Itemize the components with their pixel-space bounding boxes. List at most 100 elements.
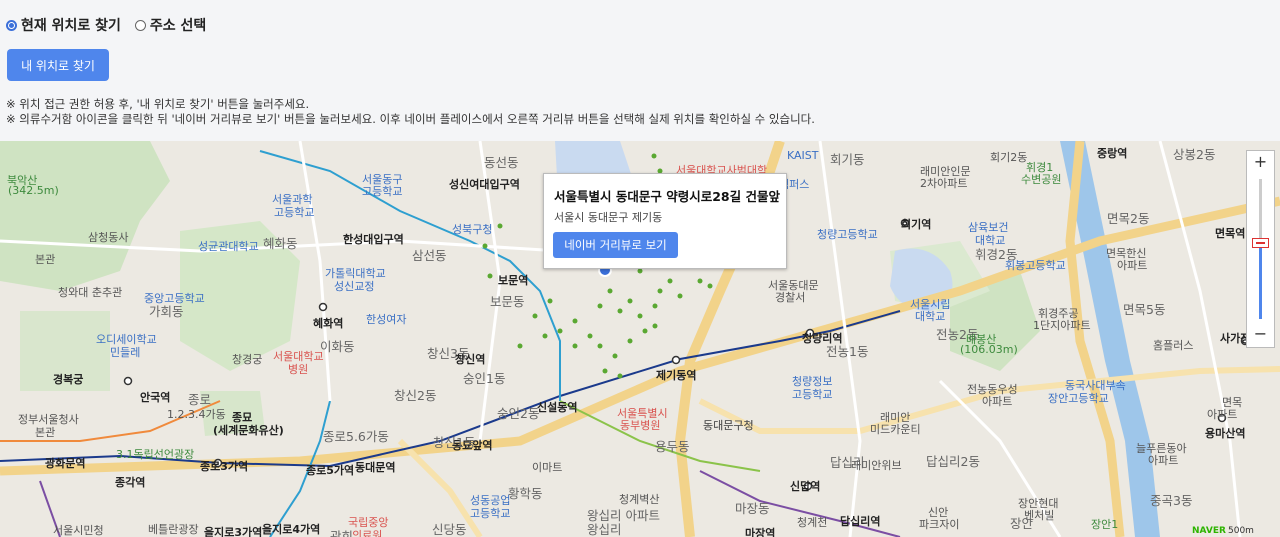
map-label: 을지로3가역 bbox=[204, 526, 263, 537]
map-label: 아파트 bbox=[982, 395, 1013, 408]
map-label: 아파트 bbox=[1148, 454, 1179, 467]
map-label: 성균관대학교 bbox=[198, 240, 259, 253]
naver-logo: NAVER bbox=[1192, 526, 1226, 536]
map-label: 혜화동 bbox=[263, 236, 298, 251]
map-label: 청계천 bbox=[797, 516, 828, 529]
map-label: 면목2동 bbox=[1107, 211, 1150, 226]
map-label: 신당동 bbox=[432, 522, 467, 537]
zoom-slider-handle[interactable] bbox=[1252, 238, 1269, 248]
map-label: 성신여대입구역 bbox=[449, 178, 520, 191]
map-label: 종로5가역 bbox=[306, 464, 355, 477]
map-label: 마장역 bbox=[745, 527, 776, 537]
map-label: 중랑역 bbox=[1097, 147, 1128, 160]
map-label: 제기동역 bbox=[656, 369, 697, 382]
map-label: 경복궁 bbox=[53, 373, 84, 386]
map-label: 삼선동 bbox=[412, 248, 447, 263]
map-label: 회기역 bbox=[901, 218, 932, 231]
map-label: 장안 bbox=[1010, 516, 1034, 531]
map-label: 수변공원 bbox=[1021, 173, 1062, 186]
map-label: 답십리역 bbox=[840, 515, 881, 528]
map-label: 서울시민청 bbox=[53, 524, 104, 537]
map-label: 장안고등학교 bbox=[1048, 392, 1109, 405]
map-label: 병원 bbox=[288, 363, 309, 376]
map-label: 보문동 bbox=[490, 294, 525, 309]
map-label: 창신1동 bbox=[433, 435, 476, 450]
popup-subtitle: 서울시 동대문구 제기동 bbox=[554, 211, 663, 224]
map-label: 광희 bbox=[330, 529, 354, 537]
map-label: 성북구청 bbox=[452, 223, 493, 236]
map-label: 경찰서 bbox=[775, 291, 806, 304]
map-label: 신설동역 bbox=[537, 401, 578, 414]
map-label: 용두동 bbox=[655, 439, 690, 454]
map-label: 신답역 bbox=[790, 480, 821, 493]
map-label: 황학동 bbox=[508, 486, 543, 501]
map-label: 1단지아파트 bbox=[1033, 319, 1091, 332]
map-label: 아파트 bbox=[1207, 408, 1238, 421]
map-label: 미드카운티 bbox=[870, 423, 921, 436]
map-label: 대학교 bbox=[915, 310, 946, 323]
map-label: 용마산역 bbox=[1205, 427, 1246, 440]
map-label: 본관 bbox=[35, 253, 56, 266]
map-label: 동대문구청 bbox=[703, 419, 754, 432]
map-label: 을지로4가역 bbox=[262, 523, 321, 536]
note-permission: ※ 위치 접근 권한 허용 후, '내 위치로 찾기' 버튼을 눌러주세요. bbox=[6, 97, 310, 111]
radio-label-current-location: 현재 위치로 찾기 bbox=[21, 18, 121, 34]
note-streetview: ※ 의류수거함 아이콘을 클릭한 뒤 '네이버 거리뷰로 보기' 버튼을 눌러보… bbox=[6, 112, 815, 126]
bukaksan-park bbox=[0, 141, 170, 291]
map-label: 광화문역 bbox=[45, 457, 86, 470]
map-label: 창신역 bbox=[455, 353, 486, 366]
map-label: 회기2동 bbox=[990, 151, 1028, 164]
search-mode-group: 현재 위치로 찾기 주소 선택 bbox=[6, 15, 220, 35]
map-view[interactable]: 북악산 (342.5m) 삼청동사 본관 청와대 춘추관 중앙고등학교 가회동 … bbox=[0, 141, 1280, 537]
map-label: 보문역 bbox=[498, 274, 529, 287]
map-label: 청와대 춘추관 bbox=[58, 286, 123, 299]
map-label: 3.1독립선언광장 bbox=[116, 448, 195, 461]
map-label: 민들레 bbox=[110, 346, 141, 359]
zoom-level-fill bbox=[1259, 245, 1262, 319]
map-label: 창신2동 bbox=[394, 388, 437, 403]
map-label: 한성대입구역 bbox=[343, 233, 404, 246]
map-label: 종로3가역 bbox=[200, 460, 249, 473]
radio-current-location[interactable]: 현재 위치로 찾기 bbox=[6, 15, 121, 35]
map-label: 상봉2동 bbox=[1173, 147, 1216, 162]
bin-info-popup: 서울특별시 동대문구 약령시로28길 건물앞 서울시 동대문구 제기동 네이버 … bbox=[543, 173, 787, 269]
map-scale: 500m bbox=[1228, 526, 1254, 536]
map-label: 안국역 bbox=[140, 391, 171, 404]
map-label: 회기동 bbox=[830, 152, 865, 167]
map-label: 동선동 bbox=[484, 155, 519, 170]
map-label: 혜화역 bbox=[313, 317, 344, 330]
map-label: 왕십리 bbox=[587, 522, 622, 537]
radio-dot-unchecked bbox=[134, 19, 146, 31]
map-label: KAIST bbox=[787, 149, 819, 162]
map-label: 신안 bbox=[928, 506, 949, 519]
zoom-control: + − bbox=[1246, 150, 1275, 348]
radio-address-select[interactable]: 주소 선택 bbox=[134, 15, 206, 35]
map-label: 의료원 bbox=[352, 529, 383, 537]
map-label: 가회동 bbox=[149, 304, 184, 319]
map-label: 본관 bbox=[35, 426, 56, 439]
map-label: 한성여자 bbox=[366, 313, 407, 326]
map-label: 고등학교 bbox=[792, 388, 833, 401]
map-label: 면목5동 bbox=[1123, 302, 1166, 317]
locate-me-button[interactable]: 내 위치로 찾기 bbox=[7, 49, 109, 81]
map-label: 면목역 bbox=[1215, 227, 1246, 240]
map-label: 답십리2동 bbox=[926, 454, 980, 469]
zoom-out-button[interactable]: − bbox=[1247, 323, 1274, 345]
map-label: 고등학교 bbox=[362, 185, 403, 198]
map-label: 창경궁 bbox=[232, 353, 263, 366]
streetview-button[interactable]: 네이버 거리뷰로 보기 bbox=[553, 232, 678, 258]
zoom-in-button[interactable]: + bbox=[1247, 151, 1274, 173]
map-label: 동부병원 bbox=[620, 419, 661, 432]
map-label: 이마트 bbox=[532, 461, 563, 474]
map-label: (342.5m) bbox=[8, 184, 59, 197]
map-label: 휘봉고등학교 bbox=[1005, 259, 1066, 272]
map-label: 삼청동사 bbox=[88, 231, 129, 244]
map-label: 홈플러스 bbox=[1153, 339, 1194, 352]
map-label: 장안1 bbox=[1091, 518, 1119, 531]
popup-title: 서울특별시 동대문구 약령시로28길 건물앞 bbox=[554, 189, 780, 204]
top-panel: 현재 위치로 찾기 주소 선택 내 위치로 찾기 ※ 위치 접근 권한 허용 후… bbox=[0, 0, 1280, 141]
map-label: 이화동 bbox=[320, 339, 355, 354]
map-label: 청량고등학교 bbox=[817, 228, 878, 241]
map-label: 종각역 bbox=[115, 476, 146, 489]
map-label: 종로5.6가동 bbox=[323, 429, 389, 444]
